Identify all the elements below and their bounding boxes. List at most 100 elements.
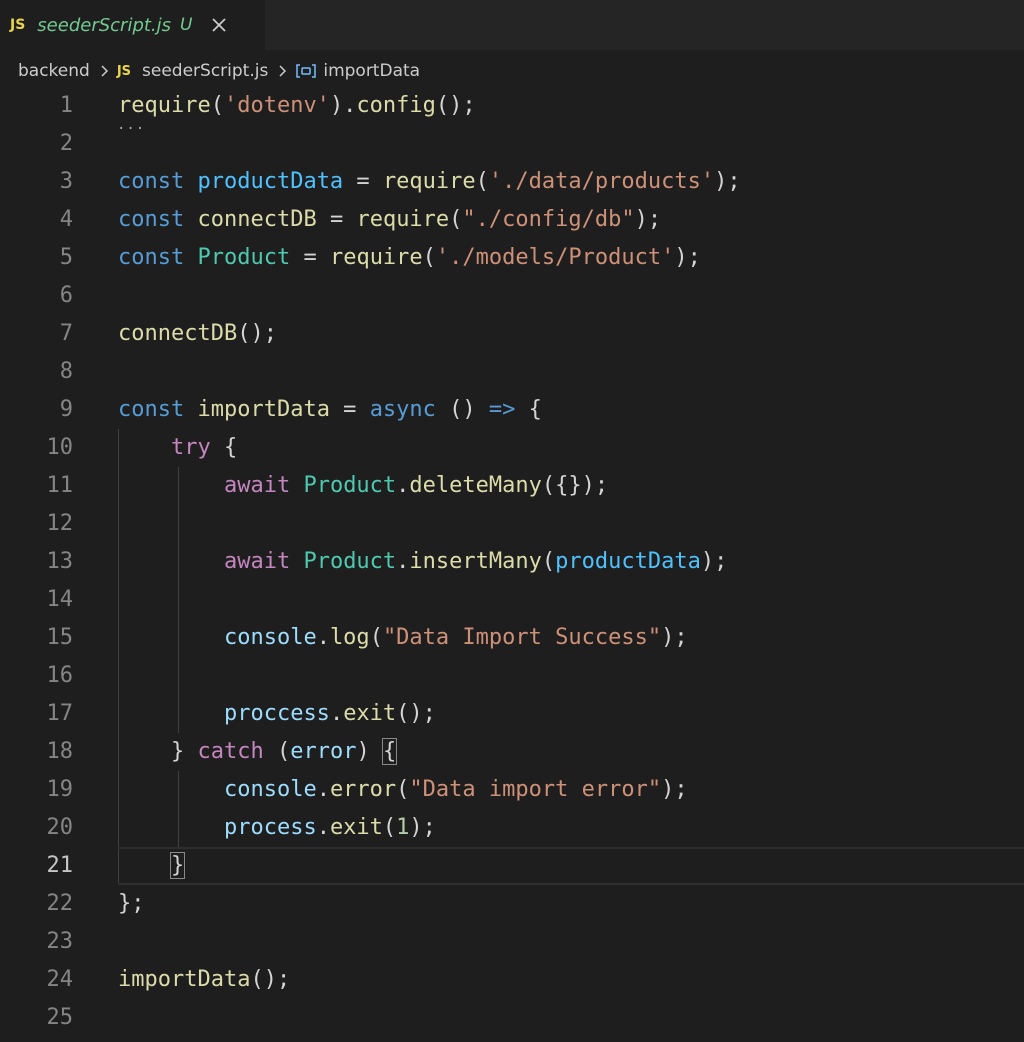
code-token: Product [303, 473, 397, 498]
code-token: insertMany [409, 549, 542, 574]
code-token: error [290, 739, 357, 764]
code-token: ); [674, 245, 701, 270]
code-line[interactable]: 2 [0, 125, 1024, 163]
code-token: = [343, 169, 383, 194]
code-text: require('dotenv').config(); [118, 94, 476, 118]
code-token: importData [197, 397, 330, 422]
matched-bracket: { [381, 738, 398, 765]
code-token: = [316, 207, 357, 232]
code-line[interactable]: 15 console.log("Data Import Success"); [0, 619, 1024, 657]
line-number: 7 [59, 321, 73, 346]
line-number: 24 [46, 967, 74, 992]
code-line[interactable]: 8 [0, 353, 1024, 391]
code-line[interactable]: 12 [0, 505, 1024, 543]
line-number: 11 [46, 473, 74, 498]
code-token: 'dotenv' [223, 93, 330, 118]
close-icon[interactable] [209, 15, 229, 35]
code-line[interactable]: 22}; [0, 885, 1024, 923]
code-line[interactable]: 9 const importData = async () => { [0, 391, 1024, 429]
code-token: ( [475, 169, 489, 194]
tab-bar: JS seederScript.js U [0, 0, 1024, 50]
code-token: . [316, 815, 330, 840]
code-token: { [210, 435, 238, 460]
code-token: "Data Import Success" [382, 625, 662, 650]
code-line[interactable]: 7 connectDB(); [0, 315, 1024, 353]
tab-filename: seederScript.js [37, 14, 172, 36]
code-token: = [290, 245, 330, 270]
code-token: ); [661, 625, 688, 650]
line-number: 4 [59, 207, 73, 232]
untracked-status-badge: U [180, 15, 193, 35]
code-line[interactable]: 21 } [0, 847, 1024, 885]
code-line[interactable]: 23 [0, 923, 1024, 961]
code-text: const productData = require('./data/prod… [118, 170, 741, 194]
code-line[interactable]: 6 [0, 277, 1024, 315]
code-token: } [118, 739, 198, 764]
code-token: ). [329, 93, 357, 118]
line-number: 14 [46, 587, 74, 612]
code-line[interactable]: 24 importData(); [0, 961, 1024, 999]
code-line[interactable]: 17 proccess.exit(); [0, 695, 1024, 733]
code-token: (); [435, 93, 476, 118]
variable-symbol-icon [296, 64, 317, 78]
code-token: ( [541, 549, 556, 574]
code-token: }; [118, 891, 145, 916]
code-token: deleteMany [409, 473, 542, 498]
editor-tab-seederscript[interactable]: JS seederScript.js U [0, 0, 265, 50]
line-number: 12 [46, 511, 74, 536]
breadcrumb: backend JS seederScript.js importData [18, 59, 420, 83]
code-line[interactable]: 10 try { [0, 429, 1024, 467]
line-number: 15 [46, 625, 74, 650]
breadcrumb-symbol[interactable]: importData [323, 61, 420, 81]
breadcrumb-file[interactable]: seederScript.js [142, 61, 268, 81]
code-line[interactable]: 16 [0, 657, 1024, 695]
code-line[interactable]: 18 } catch (error) { [0, 733, 1024, 771]
code-token: console [223, 777, 317, 802]
code-token: ( [263, 739, 291, 764]
code-line[interactable]: 19 console.error("Data import error"); [0, 771, 1024, 809]
code-line[interactable]: 14 [0, 581, 1024, 619]
code-line[interactable]: 11 await Product.deleteMany({}); [0, 467, 1024, 505]
line-number: 1 [59, 93, 73, 118]
code-line[interactable]: 20 process.exit(1); [0, 809, 1024, 847]
line-number: 23 [46, 929, 74, 954]
line-number: 21 [46, 853, 74, 878]
code-text: await Product.deleteMany({}); [118, 474, 608, 498]
javascript-file-icon: JS [116, 63, 132, 79]
code-token: Product [303, 549, 397, 574]
code-line[interactable]: 5 const Product = require('./models/Produ… [0, 239, 1024, 277]
breadcrumb-folder[interactable]: backend [18, 61, 90, 81]
code-token: require [356, 207, 450, 232]
line-number: 16 [46, 663, 74, 688]
code-token: exit [343, 701, 397, 726]
code-line[interactable]: 13 await Product.insertMany(productData)… [0, 543, 1024, 581]
line-number: 8 [59, 359, 73, 384]
code-token: () [435, 397, 489, 422]
code-text: await Product.insertMany(productData); [118, 550, 727, 574]
code-token: try [170, 435, 211, 460]
code-token: connectDB [197, 207, 317, 232]
code-line[interactable]: 4 const connectDB = require("./config/db"… [0, 201, 1024, 239]
code-line[interactable]: 3 const productData = require('./data/pro… [0, 163, 1024, 201]
code-token: proccess [223, 701, 330, 726]
line-number: 3 [59, 169, 73, 194]
code-token: ( [449, 207, 463, 232]
code-token: (); [250, 967, 291, 992]
code-line[interactable]: 25 [0, 999, 1024, 1037]
code-token: productData [555, 549, 701, 574]
code-token: const [118, 245, 185, 270]
code-token: . [316, 777, 330, 802]
code-token: require [329, 245, 423, 270]
code-token: connectDB [118, 321, 238, 346]
line-number: 25 [46, 1005, 74, 1030]
line-number: 18 [46, 739, 74, 764]
code-token: const [118, 207, 185, 232]
code-token: . [396, 473, 410, 498]
code-line[interactable]: 1 require('dotenv').config(); [0, 87, 1024, 125]
code-text: importData(); [118, 968, 290, 992]
code-text: const connectDB = require("./config/db")… [118, 208, 661, 232]
